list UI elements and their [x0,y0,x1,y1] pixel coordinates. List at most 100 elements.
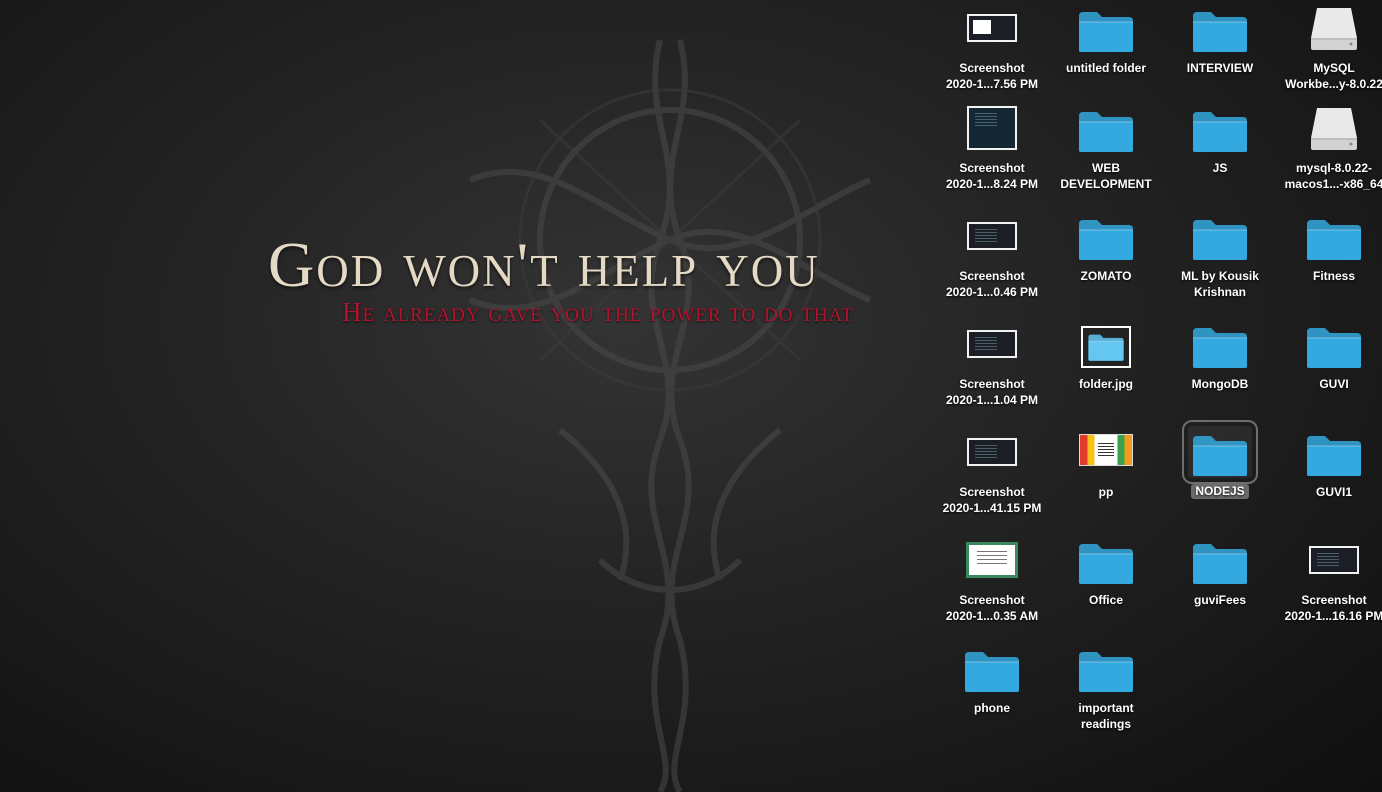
desktop-icon-guvi-folder[interactable]: GUVI [1277,316,1382,424]
folder-icon [1193,544,1247,584]
folder-icon [1307,328,1361,368]
desktop-icon-mongodb-folder[interactable]: MongoDB [1163,316,1277,424]
desktop-icon-js-folder[interactable]: JS [1163,100,1277,208]
desktop-icon-screenshot-5[interactable]: Screenshot 2020-1...41.15 PM [935,424,1049,532]
screenshot-7-label: Screenshot 2020-1...16.16 PM [1284,593,1382,623]
mongodb-folder-art [1188,318,1252,370]
folder-icon [1193,112,1247,152]
nodejs-folder-art [1182,420,1258,484]
desktop-icon-screenshot-3[interactable]: Screenshot 2020-1...0.46 PM [935,208,1049,316]
desktop-icon-folder-jpg[interactable]: folder.jpg [1049,316,1163,424]
folder-icon [1193,436,1247,476]
desktop-icon-phone-folder[interactable]: phone [935,640,1049,748]
zomato-folder-art [1074,210,1138,262]
nodejs-folder-label: NODEJS [1191,484,1249,499]
mysql-workbench-disk-art [1302,2,1366,54]
certificate-thumbnail-icon [966,542,1018,578]
folder-icon [1088,334,1124,361]
pp-image-art [1074,426,1138,478]
mysql-disk-art [1302,102,1366,154]
screenshot-thumbnail-icon [967,106,1017,150]
image-thumbnail-icon [1081,326,1131,368]
fitness-folder-label: Fitness [1312,269,1355,283]
important-readings-folder-label: important readings [1078,701,1134,731]
folder-icon [1079,220,1133,260]
pp-image-label: pp [1098,485,1114,499]
image-thumbnail-icon [1079,434,1133,466]
desktop-icon-mysql-workbench-disk[interactable]: MySQL Workbe...y-8.0.22 [1277,0,1382,108]
folder-icon [1079,12,1133,52]
interview-folder-label: INTERVIEW [1186,61,1254,75]
js-folder-art [1188,102,1252,154]
screenshot-5-label: Screenshot 2020-1...41.15 PM [942,485,1042,515]
zomato-folder-label: ZOMATO [1080,269,1132,283]
mongodb-folder-label: MongoDB [1191,377,1249,391]
ml-by-kousik-krishnan-folder-art [1188,210,1252,262]
screenshot-6-label: Screenshot 2020-1...0.35 AM [945,593,1039,623]
untitled-folder-label: untitled folder [1066,61,1146,75]
desktop-icon-zomato-folder[interactable]: ZOMATO [1049,208,1163,316]
disk-image-icon [1311,8,1357,50]
desktop-icon-untitled-folder[interactable]: untitled folder [1049,0,1163,108]
office-folder-art [1074,534,1138,586]
desktop-icon-fitness-folder[interactable]: Fitness [1277,208,1382,316]
mysql-disk-label: mysql-8.0.22- macos1...-x86_64 [1284,161,1382,191]
desktop-icon-pp-image[interactable]: pp [1049,424,1163,532]
important-readings-folder-art [1074,642,1138,694]
screenshot-4-label: Screenshot 2020-1...1.04 PM [945,377,1039,407]
screenshot-3-art [960,210,1024,262]
desktop-icon-web-development-folder[interactable]: WEB DEVELOPMENT [1049,100,1163,208]
desktop-icon-nodejs-folder[interactable]: NODEJS [1163,420,1277,532]
folder-jpg-art [1074,318,1138,370]
desktop-icon-guvifees-folder[interactable]: guviFees [1163,532,1277,640]
screenshot-1-art [960,2,1024,54]
guvifees-folder-art [1188,534,1252,586]
desktop-icon-screenshot-1[interactable]: Screenshot 2020-1...7.56 PM [935,0,1049,108]
screenshot-4-art [960,318,1024,370]
guvi1-folder-label: GUVI1 [1315,485,1352,499]
phone-folder-art [960,642,1024,694]
phone-folder-label: phone [974,701,1010,715]
folder-icon [1079,652,1133,692]
screenshot-5-art [960,426,1024,478]
desktop-icon-screenshot-7[interactable]: Screenshot 2020-1...16.16 PM [1277,532,1382,640]
folder-icon [1079,112,1133,152]
folder-icon [1307,436,1361,476]
js-folder-label: JS [1212,161,1228,175]
desktop-icon-screenshot-2[interactable]: Screenshot 2020-1...8.24 PM [935,100,1049,208]
screenshot-6-art [960,534,1024,586]
screenshot-7-art [1302,534,1366,586]
screenshot-2-label: Screenshot 2020-1...8.24 PM [945,161,1039,191]
screenshot-thumbnail-icon [967,438,1017,466]
desktop-icon-important-readings-folder[interactable]: important readings [1049,640,1163,748]
screenshot-thumbnail-icon [967,330,1017,358]
screenshot-thumbnail-icon [967,222,1017,250]
interview-folder-art [1188,2,1252,54]
folder-icon [1193,328,1247,368]
guvifees-folder-label: guviFees [1193,593,1247,607]
screenshot-3-label: Screenshot 2020-1...0.46 PM [945,269,1039,299]
desktop-icon-office-folder[interactable]: Office [1049,532,1163,640]
guvi-folder-label: GUVI [1319,377,1349,391]
screenshot-1-label: Screenshot 2020-1...7.56 PM [945,61,1039,91]
folder-icon [1079,544,1133,584]
screenshot-thumbnail-icon [1309,546,1359,574]
fitness-folder-art [1302,210,1366,262]
folder-icon [1193,220,1247,260]
disk-image-icon [1311,108,1357,150]
office-folder-label: Office [1088,593,1123,607]
web-development-folder-label: WEB DEVELOPMENT [1060,161,1152,191]
desktop-icon-mysql-disk[interactable]: mysql-8.0.22- macos1...-x86_64 [1277,100,1382,208]
desktop-icon-ml-by-kousik-krishnan-folder[interactable]: ML by Kousik Krishnan [1163,208,1277,316]
guvi-folder-art [1302,318,1366,370]
guvi1-folder-art [1302,426,1366,478]
screenshot-thumbnail-icon [967,14,1017,42]
desktop-icon-guvi1-folder[interactable]: GUVI1 [1277,424,1382,532]
desktop-icon-screenshot-4[interactable]: Screenshot 2020-1...1.04 PM [935,316,1049,424]
desktop-icon-screenshot-6[interactable]: Screenshot 2020-1...0.35 AM [935,532,1049,640]
folder-icon [1307,220,1361,260]
desktop-icon-interview-folder[interactable]: INTERVIEW [1163,0,1277,108]
ml-by-kousik-krishnan-folder-label: ML by Kousik Krishnan [1181,269,1259,299]
untitled-folder-art [1074,2,1138,54]
web-development-folder-art [1074,102,1138,154]
